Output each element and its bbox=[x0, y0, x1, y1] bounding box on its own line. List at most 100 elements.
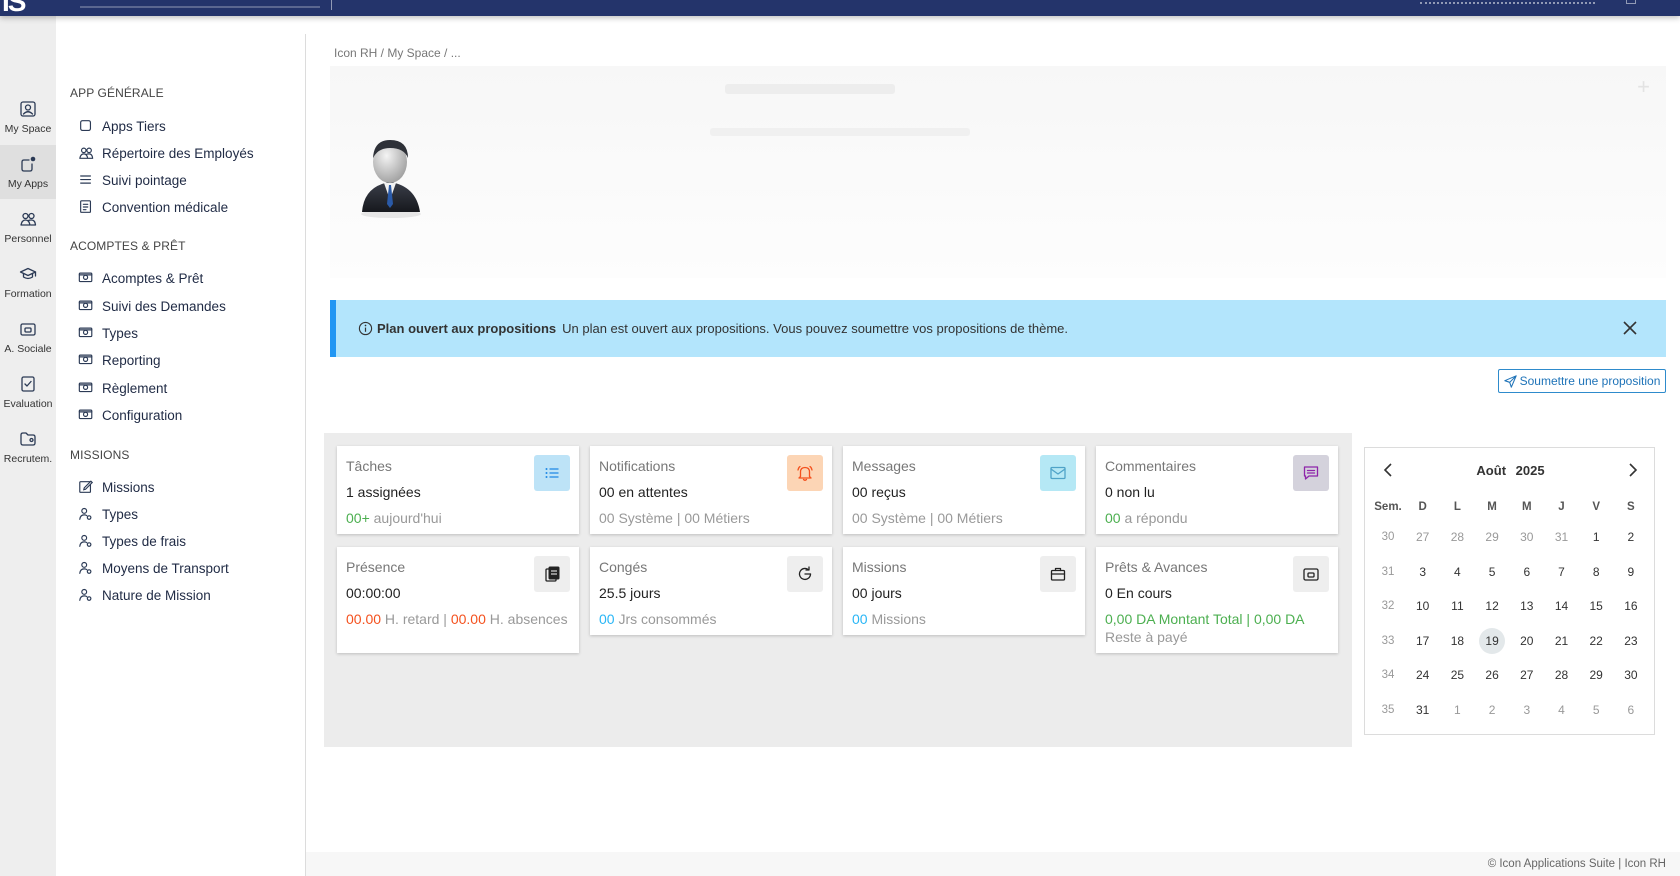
menu-item-reglement[interactable]: Règlement bbox=[78, 377, 167, 399]
user-menu[interactable] bbox=[1420, 0, 1595, 4]
calendar-day[interactable]: 11 bbox=[1440, 591, 1474, 621]
calendar-day[interactable]: 29 bbox=[1475, 522, 1509, 552]
menu-item-missions[interactable]: Missions bbox=[78, 476, 155, 498]
calendar-day[interactable]: 15 bbox=[1579, 591, 1613, 621]
calendar-day-label: 4 bbox=[1454, 564, 1461, 579]
stat-card-conges[interactable]: Congés 25.5 jours 00 Jrs consommés bbox=[590, 547, 832, 635]
calendar-day[interactable]: 25 bbox=[1440, 660, 1474, 690]
calendar-day[interactable]: 2 bbox=[1475, 695, 1509, 725]
settings-icon[interactable] bbox=[1626, 0, 1636, 4]
rail-item-personnel[interactable]: Personnel bbox=[0, 200, 56, 254]
stat-card-notifications[interactable]: Notifications 00 en attentes 00 Système | … bbox=[590, 446, 832, 534]
task-list-icon bbox=[545, 468, 559, 478]
calendar-day[interactable]: 2 bbox=[1614, 522, 1648, 552]
calendar-header: Août 2025 bbox=[1365, 460, 1656, 480]
close-icon[interactable] bbox=[1620, 318, 1640, 338]
menu-item-suivi-pointage[interactable]: Suivi pointage bbox=[78, 169, 187, 191]
calendar-day[interactable]: 14 bbox=[1545, 591, 1579, 621]
menu-item-types[interactable]: Types bbox=[78, 322, 138, 344]
rail-item-my-space[interactable]: My Space bbox=[0, 90, 56, 144]
stat-card-subtitle-part: Reste à payé bbox=[1105, 629, 1188, 645]
brand-name bbox=[80, 0, 320, 8]
rail-item-formation[interactable]: Formation bbox=[0, 255, 56, 309]
calendar-day-label: 2 bbox=[1488, 702, 1496, 717]
stat-card-value: 00 jours bbox=[852, 585, 902, 601]
calendar-day-label: 9 bbox=[1627, 564, 1635, 579]
stat-card-title: Missions bbox=[852, 559, 907, 575]
apps-icon bbox=[21, 156, 36, 172]
calendar-day[interactable]: 18 bbox=[1440, 626, 1474, 656]
rail-item-evaluation[interactable]: Evaluation bbox=[0, 365, 56, 419]
chevron-right-icon[interactable] bbox=[1622, 460, 1642, 480]
menu-item-label: Règlement bbox=[102, 380, 168, 396]
calendar-day[interactable]: 5 bbox=[1475, 557, 1509, 587]
stat-card-missions[interactable]: Missions 00 jours 00 Missions bbox=[843, 547, 1085, 635]
calendar-day[interactable]: 31 bbox=[1545, 522, 1579, 552]
menu-item-types-de-frais[interactable]: Types de frais bbox=[78, 530, 186, 552]
stat-card-taches[interactable]: Tâches 1 assignées 00+ aujourd'hui bbox=[337, 446, 579, 534]
calendar-day-today[interactable]: 19 bbox=[1475, 626, 1509, 656]
menu-item-convention-medicale[interactable]: Convention médicale bbox=[78, 196, 228, 218]
menu-item-label: Types de frais bbox=[102, 533, 187, 549]
calendar-day[interactable]: 13 bbox=[1510, 591, 1544, 621]
menu-item-apps-tiers[interactable]: Apps Tiers bbox=[78, 115, 166, 137]
calendar-title[interactable]: Août 2025 bbox=[1365, 463, 1656, 478]
calendar-day[interactable]: 21 bbox=[1545, 626, 1579, 656]
calendar-day[interactable]: 1 bbox=[1440, 695, 1474, 725]
calendar-day[interactable]: 26 bbox=[1475, 660, 1509, 690]
stat-card-messages[interactable]: Messages 00 reçus 00 Système | 00 Métiers bbox=[843, 446, 1085, 534]
calendar-day-label: 5 bbox=[1592, 702, 1600, 717]
rail-item-label: Formation bbox=[4, 287, 52, 300]
stat-card-commentaires[interactable]: Commentaires 0 non lu 00 a répondu bbox=[1096, 446, 1338, 534]
calendar-day[interactable]: 28 bbox=[1545, 660, 1579, 690]
stat-card-value: 00:00:00 bbox=[346, 585, 401, 601]
calendar-day[interactable]: 10 bbox=[1406, 591, 1440, 621]
rail-item-a-sociale[interactable]: A. Sociale bbox=[0, 310, 56, 364]
calendar-day[interactable]: 4 bbox=[1545, 695, 1579, 725]
calendar-day[interactable]: 31 bbox=[1406, 695, 1440, 725]
app-logo[interactable]: IS bbox=[2, 0, 58, 17]
menu-item-repertoire-des-employes[interactable]: Répertoire des Employés bbox=[78, 142, 254, 164]
calendar-day[interactable]: 5 bbox=[1579, 695, 1613, 725]
calendar-day[interactable]: 20 bbox=[1510, 626, 1544, 656]
stat-card-title: Prêts & Avances bbox=[1105, 559, 1208, 575]
calendar-day[interactable]: 12 bbox=[1475, 591, 1509, 621]
calendar-day[interactable]: 16 bbox=[1614, 591, 1648, 621]
calendar-day[interactable]: 24 bbox=[1406, 660, 1440, 690]
menu-item-configuration[interactable]: Configuration bbox=[78, 404, 182, 426]
menu-item-acomptes-pret[interactable]: Acomptes & Prêt bbox=[78, 267, 203, 289]
calendar-day[interactable]: 6 bbox=[1510, 557, 1544, 587]
menu-item-suivi-des-demandes[interactable]: Suivi des Demandes bbox=[78, 295, 226, 317]
stat-card-prets-avances[interactable]: Prêts & Avances 0 En cours 0,00 DA Montant… bbox=[1096, 547, 1338, 653]
calendar-day[interactable]: 17 bbox=[1406, 626, 1440, 656]
calendar-day[interactable]: 30 bbox=[1614, 660, 1648, 690]
stat-card-presence[interactable]: Présence 00:00:00 00.00 H. retard | 00.00 … bbox=[337, 547, 579, 653]
calendar-day[interactable]: 8 bbox=[1579, 557, 1613, 587]
calendar-day[interactable]: 7 bbox=[1545, 557, 1579, 587]
rail-item-label: My Space bbox=[4, 122, 52, 135]
menu-item-moyens-de-transport[interactable]: Moyens de Transport bbox=[78, 557, 229, 579]
calendar-day[interactable]: 23 bbox=[1614, 626, 1648, 656]
calendar-day[interactable]: 22 bbox=[1579, 626, 1613, 656]
rail-item-my-apps[interactable]: My Apps bbox=[0, 145, 56, 199]
calendar-day[interactable]: 3 bbox=[1406, 557, 1440, 587]
calendar-day[interactable]: 1 bbox=[1579, 522, 1613, 552]
stat-card-title: Congés bbox=[599, 559, 648, 575]
calendar-day[interactable]: 30 bbox=[1510, 522, 1544, 552]
menu-item-label: Suivi pointage bbox=[102, 172, 187, 188]
add-icon[interactable]: + bbox=[1637, 74, 1650, 100]
menu-item-types[interactable]: Types bbox=[78, 503, 138, 525]
calendar-day[interactable]: 6 bbox=[1614, 695, 1648, 725]
calendar-day[interactable]: 4 bbox=[1440, 557, 1474, 587]
menu-item-nature-de-mission[interactable]: Nature de Mission bbox=[78, 584, 211, 606]
calendar-day[interactable]: 9 bbox=[1614, 557, 1648, 587]
wallet-icon bbox=[1303, 568, 1319, 581]
calendar-day[interactable]: 27 bbox=[1406, 522, 1440, 552]
calendar-day[interactable]: 27 bbox=[1510, 660, 1544, 690]
calendar-day[interactable]: 3 bbox=[1510, 695, 1544, 725]
calendar-day[interactable]: 29 bbox=[1579, 660, 1613, 690]
menu-item-reporting[interactable]: Reporting bbox=[78, 349, 161, 371]
rail-item-recrutem[interactable]: Recrutem. bbox=[0, 420, 56, 474]
calendar-day[interactable]: 28 bbox=[1440, 522, 1474, 552]
submit-proposal-button[interactable]: Soumettre une proposition bbox=[1498, 369, 1666, 393]
